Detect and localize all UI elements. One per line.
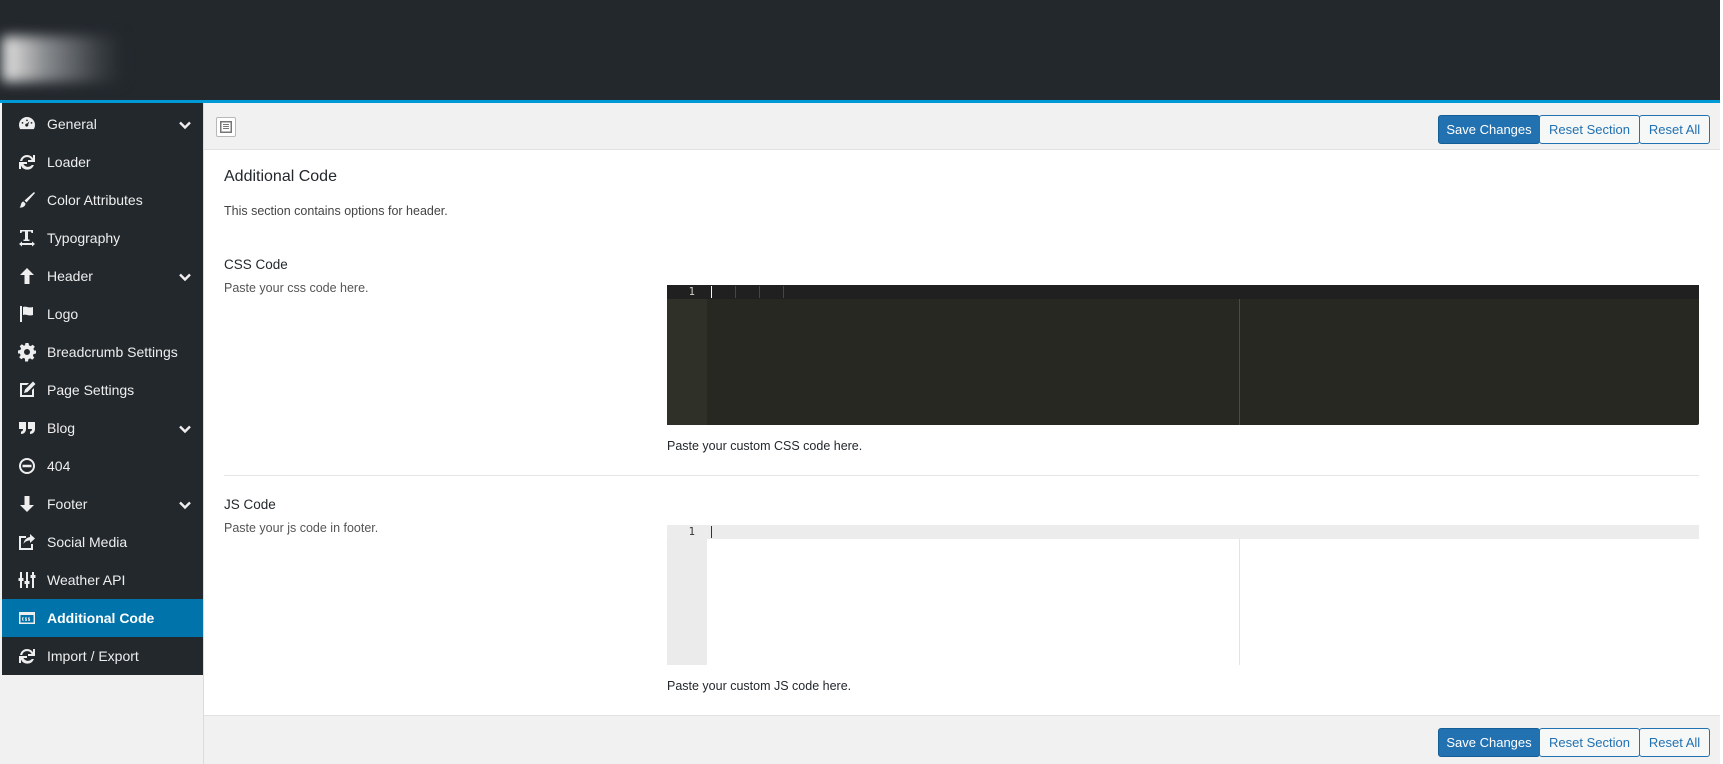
top-action-bar: Save Changes Reset Section Reset All <box>204 103 1720 150</box>
sidebar-item-label: Weather API <box>47 572 126 588</box>
admin-header <box>0 0 1723 103</box>
sidebar-item-additional-code[interactable]: Additional Code <box>2 599 203 637</box>
sidebar-item-label: Color Attributes <box>47 192 143 208</box>
indent-guide <box>735 286 736 298</box>
text-cursor <box>711 526 712 538</box>
reset-section-button[interactable]: Reset Section <box>1539 115 1640 144</box>
refresh-icon <box>16 645 38 667</box>
active-line <box>667 285 1699 299</box>
sidebar-item-404[interactable]: 404 <box>2 447 203 485</box>
share-icon <box>16 531 38 553</box>
sidebar-item-breadcrumb-settings[interactable]: Breadcrumb Settings <box>2 333 203 371</box>
print-margin <box>1239 299 1240 425</box>
sidebar-item-blog[interactable]: Blog <box>2 409 203 447</box>
sidebar-item-header[interactable]: Header <box>2 257 203 295</box>
print-margin <box>1239 539 1240 665</box>
active-line <box>667 525 1699 539</box>
options-panel: Save Changes Reset Section Reset All Add… <box>203 103 1720 764</box>
sidebar-item-loader[interactable]: Loader <box>2 143 203 181</box>
js-help-text: Paste your custom JS code here. <box>667 679 852 693</box>
bottom-action-bar: Save Changes Reset Section Reset All <box>204 715 1720 764</box>
sidebar-item-logo[interactable]: Logo <box>2 295 203 333</box>
line-number: 1 <box>688 286 695 298</box>
sidebar-item-typography[interactable]: Typography <box>2 219 203 257</box>
sidebar-item-label: Additional Code <box>47 610 155 626</box>
css-code-editor[interactable]: 1 <box>667 285 1699 425</box>
reset-section-button[interactable]: Reset Section <box>1539 728 1640 757</box>
sidebar-item-weather-api[interactable]: Weather API <box>2 561 203 599</box>
section-description: This section contains options for header… <box>224 204 448 218</box>
sidebar-item-label: General <box>47 116 97 132</box>
save-button[interactable]: Save Changes <box>1438 115 1540 144</box>
refresh-icon <box>16 151 38 173</box>
sidebar-item-label: Typography <box>47 230 121 246</box>
flag-icon <box>16 303 38 325</box>
sidebar-item-label: Page Settings <box>47 382 135 398</box>
save-button[interactable]: Save Changes <box>1438 728 1540 757</box>
text-size-icon <box>16 227 38 249</box>
field-divider <box>224 475 1699 476</box>
js-code-editor[interactable]: 1 <box>667 525 1699 665</box>
css-field-subtitle: Paste your css code here. <box>224 281 369 295</box>
sliders-icon <box>16 569 38 591</box>
sidebar-item-general[interactable]: General <box>2 105 203 143</box>
chevron-down-icon[interactable] <box>177 269 193 285</box>
text-cursor <box>711 286 712 298</box>
sidebar-item-label: Blog <box>47 420 76 436</box>
js-field-subtitle: Paste your js code in footer. <box>224 521 379 535</box>
css-icon <box>16 607 38 629</box>
css-field-title: CSS Code <box>224 257 288 272</box>
css-help-text: Paste your custom CSS code here. <box>667 439 863 453</box>
sidebar-item-label: Footer <box>47 496 88 512</box>
arrow-up-icon <box>16 265 38 287</box>
sidebar-item-label: Import / Export <box>47 648 139 664</box>
sidebar-item-footer[interactable]: Footer <box>2 485 203 523</box>
edit-icon <box>16 379 38 401</box>
section-title: Additional Code <box>224 168 337 185</box>
sidebar-item-label: 404 <box>47 458 71 474</box>
sidebar-item-label: Social Media <box>47 534 128 550</box>
indent-guide <box>783 286 784 298</box>
site-logo <box>2 36 122 82</box>
options-sidebar: General Loader Color Attributes Typograp… <box>2 103 203 675</box>
indent-guide <box>759 286 760 298</box>
sidebar-item-label: Loader <box>47 154 91 170</box>
reset-all-button[interactable]: Reset All <box>1639 115 1710 144</box>
dashboard-icon <box>16 113 38 135</box>
brush-icon <box>16 189 38 211</box>
line-number: 1 <box>688 526 695 538</box>
js-field-title: JS Code <box>224 497 276 512</box>
sidebar-item-import-export[interactable]: Import / Export <box>2 637 203 675</box>
sidebar-item-page-settings[interactable]: Page Settings <box>2 371 203 409</box>
chevron-down-icon[interactable] <box>177 421 193 437</box>
sidebar-item-label: Breadcrumb Settings <box>47 344 178 360</box>
sidebar-item-social-media[interactable]: Social Media <box>2 523 203 561</box>
sidebar-item-color-attributes[interactable]: Color Attributes <box>2 181 203 219</box>
editor-gutter <box>667 525 707 665</box>
reset-all-button[interactable]: Reset All <box>1639 728 1710 757</box>
quote-icon <box>16 417 38 439</box>
chevron-down-icon[interactable] <box>177 117 193 133</box>
chevron-down-icon[interactable] <box>177 497 193 513</box>
expand-options-button[interactable] <box>216 117 236 137</box>
list-icon <box>220 121 232 133</box>
editor-gutter <box>667 285 707 425</box>
sidebar-item-label: Header <box>47 268 93 284</box>
gear-icon <box>16 341 38 363</box>
minus-circle-icon <box>16 455 38 477</box>
arrow-down-icon <box>16 493 38 515</box>
sidebar-item-label: Logo <box>47 306 79 322</box>
